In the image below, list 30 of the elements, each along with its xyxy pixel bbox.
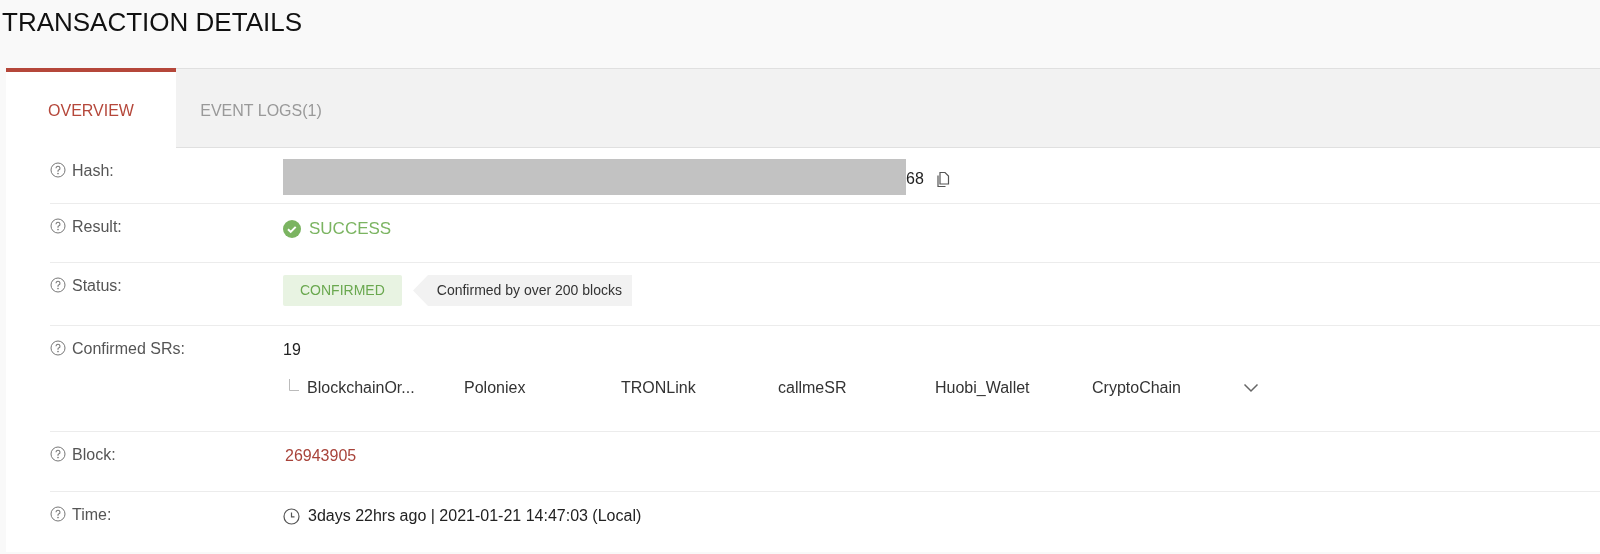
status-badge: CONFIRMED	[283, 275, 402, 306]
help-icon	[50, 506, 66, 522]
help-icon	[50, 218, 66, 234]
sr-name[interactable]: Poloniex	[464, 376, 621, 400]
tree-branch-icon	[289, 379, 299, 391]
field-label: Hash:	[72, 162, 114, 180]
tab[interactable]: OVERVIEW	[6, 68, 176, 148]
copy-icon[interactable]	[935, 170, 950, 188]
field-label: Result:	[72, 218, 122, 236]
clock-icon	[283, 507, 300, 525]
field-label: Block:	[72, 446, 116, 464]
help-icon	[50, 162, 66, 178]
time-value: 3days 22hrs ago | 2021-01-21 14:47:03 (Local)	[308, 506, 642, 526]
field-label: Time:	[72, 506, 112, 524]
sr-name[interactable]: callmeSR	[778, 376, 935, 400]
check-circle-icon	[283, 220, 301, 238]
page-title: TRANSACTION DETAILS	[2, 7, 302, 37]
sr-name[interactable]: BlockchainOr...	[307, 376, 464, 400]
sr-name[interactable]: TRONLink	[621, 376, 778, 400]
result-value: SUCCESS	[309, 218, 392, 241]
help-icon	[50, 446, 66, 462]
sr-name[interactable]: Huobi_Wallet	[935, 376, 1092, 400]
sr-count: 19	[283, 341, 301, 358]
sr-name[interactable]: CryptoChain	[1092, 376, 1249, 400]
block-link[interactable]: 26943905	[283, 447, 357, 464]
help-icon	[50, 340, 66, 356]
field-label: Status:	[72, 277, 122, 295]
field-label: Confirmed SRs:	[72, 340, 185, 358]
help-icon	[50, 277, 66, 293]
hash-value: 68	[906, 169, 924, 189]
